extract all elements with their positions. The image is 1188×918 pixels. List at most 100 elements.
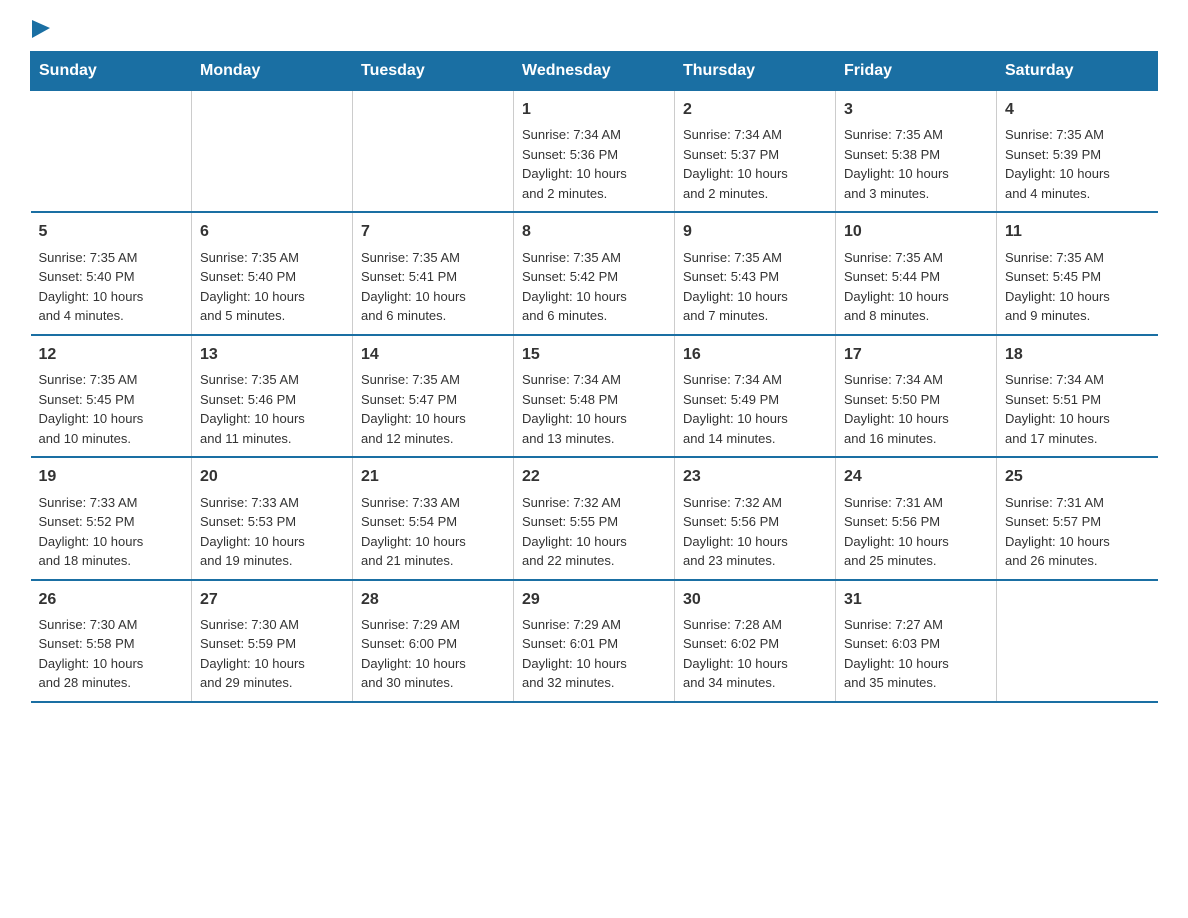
- day-number: 30: [683, 589, 827, 611]
- day-number: 24: [844, 466, 988, 488]
- day-info: Sunrise: 7:35 AM Sunset: 5:40 PM Dayligh…: [39, 250, 144, 324]
- calendar-cell: [192, 91, 353, 213]
- day-number: 18: [1005, 344, 1150, 366]
- calendar-week-row: 5 Sunrise: 7:35 AM Sunset: 5:40 PM Daylig…: [31, 212, 1158, 334]
- day-number: 4: [1005, 99, 1150, 121]
- day-number: 29: [522, 589, 666, 611]
- logo: [30, 20, 50, 41]
- calendar-cell: 29 Sunrise: 7:29 AM Sunset: 6:01 PM Dayli…: [514, 580, 675, 702]
- calendar-week-row: 26 Sunrise: 7:30 AM Sunset: 5:58 PM Dayli…: [31, 580, 1158, 702]
- day-number: 13: [200, 344, 344, 366]
- day-number: 28: [361, 589, 505, 611]
- calendar-cell: 17 Sunrise: 7:34 AM Sunset: 5:50 PM Dayli…: [836, 335, 997, 457]
- calendar-cell: 7 Sunrise: 7:35 AM Sunset: 5:41 PM Daylig…: [353, 212, 514, 334]
- calendar-cell: 28 Sunrise: 7:29 AM Sunset: 6:00 PM Dayli…: [353, 580, 514, 702]
- calendar-cell: 9 Sunrise: 7:35 AM Sunset: 5:43 PM Daylig…: [675, 212, 836, 334]
- day-number: 1: [522, 99, 666, 121]
- day-header-tuesday: Tuesday: [353, 52, 514, 91]
- day-info: Sunrise: 7:35 AM Sunset: 5:43 PM Dayligh…: [683, 250, 788, 324]
- day-number: 26: [39, 589, 184, 611]
- day-info: Sunrise: 7:34 AM Sunset: 5:37 PM Dayligh…: [683, 127, 788, 201]
- calendar-cell: 10 Sunrise: 7:35 AM Sunset: 5:44 PM Dayli…: [836, 212, 997, 334]
- day-number: 12: [39, 344, 184, 366]
- day-info: Sunrise: 7:33 AM Sunset: 5:53 PM Dayligh…: [200, 495, 305, 569]
- day-number: 20: [200, 466, 344, 488]
- day-info: Sunrise: 7:33 AM Sunset: 5:52 PM Dayligh…: [39, 495, 144, 569]
- day-number: 21: [361, 466, 505, 488]
- calendar-week-row: 12 Sunrise: 7:35 AM Sunset: 5:45 PM Dayli…: [31, 335, 1158, 457]
- day-info: Sunrise: 7:29 AM Sunset: 6:00 PM Dayligh…: [361, 617, 466, 691]
- day-info: Sunrise: 7:34 AM Sunset: 5:50 PM Dayligh…: [844, 372, 949, 446]
- calendar-cell: [353, 91, 514, 213]
- calendar-cell: 12 Sunrise: 7:35 AM Sunset: 5:45 PM Dayli…: [31, 335, 192, 457]
- calendar-cell: 13 Sunrise: 7:35 AM Sunset: 5:46 PM Dayli…: [192, 335, 353, 457]
- day-info: Sunrise: 7:29 AM Sunset: 6:01 PM Dayligh…: [522, 617, 627, 691]
- calendar-cell: 5 Sunrise: 7:35 AM Sunset: 5:40 PM Daylig…: [31, 212, 192, 334]
- logo-arrow-icon: [32, 20, 50, 43]
- day-info: Sunrise: 7:35 AM Sunset: 5:40 PM Dayligh…: [200, 250, 305, 324]
- day-number: 25: [1005, 466, 1150, 488]
- page-header: [30, 20, 1158, 41]
- day-info: Sunrise: 7:30 AM Sunset: 5:59 PM Dayligh…: [200, 617, 305, 691]
- calendar-cell: 6 Sunrise: 7:35 AM Sunset: 5:40 PM Daylig…: [192, 212, 353, 334]
- calendar-table: SundayMondayTuesdayWednesdayThursdayFrid…: [30, 51, 1158, 703]
- calendar-cell: 15Sunrise: 7:34 AM Sunset: 5:48 PM Dayli…: [514, 335, 675, 457]
- day-number: 7: [361, 221, 505, 243]
- day-info: Sunrise: 7:31 AM Sunset: 5:56 PM Dayligh…: [844, 495, 949, 569]
- day-number: 27: [200, 589, 344, 611]
- day-info: Sunrise: 7:30 AM Sunset: 5:58 PM Dayligh…: [39, 617, 144, 691]
- calendar-week-row: 1 Sunrise: 7:34 AM Sunset: 5:36 PM Daylig…: [31, 91, 1158, 213]
- day-info: Sunrise: 7:28 AM Sunset: 6:02 PM Dayligh…: [683, 617, 788, 691]
- calendar-week-row: 19 Sunrise: 7:33 AM Sunset: 5:52 PM Dayli…: [31, 457, 1158, 579]
- calendar-cell: 8 Sunrise: 7:35 AM Sunset: 5:42 PM Daylig…: [514, 212, 675, 334]
- day-info: Sunrise: 7:34 AM Sunset: 5:51 PM Dayligh…: [1005, 372, 1110, 446]
- calendar-cell: 23 Sunrise: 7:32 AM Sunset: 5:56 PM Dayli…: [675, 457, 836, 579]
- day-number: 31: [844, 589, 988, 611]
- calendar-cell: 2 Sunrise: 7:34 AM Sunset: 5:37 PM Daylig…: [675, 91, 836, 213]
- day-info: Sunrise: 7:34 AM Sunset: 5:36 PM Dayligh…: [522, 127, 627, 201]
- day-info: Sunrise: 7:35 AM Sunset: 5:42 PM Dayligh…: [522, 250, 627, 324]
- calendar-cell: 24 Sunrise: 7:31 AM Sunset: 5:56 PM Dayli…: [836, 457, 997, 579]
- day-header-monday: Monday: [192, 52, 353, 91]
- calendar-cell: 11Sunrise: 7:35 AM Sunset: 5:45 PM Dayli…: [997, 212, 1158, 334]
- day-number: 6: [200, 221, 344, 243]
- calendar-cell: 25Sunrise: 7:31 AM Sunset: 5:57 PM Dayli…: [997, 457, 1158, 579]
- calendar-cell: 31 Sunrise: 7:27 AM Sunset: 6:03 PM Dayli…: [836, 580, 997, 702]
- calendar-cell: 4 Sunrise: 7:35 AM Sunset: 5:39 PM Daylig…: [997, 91, 1158, 213]
- day-info: Sunrise: 7:32 AM Sunset: 5:56 PM Dayligh…: [683, 495, 788, 569]
- day-info: Sunrise: 7:32 AM Sunset: 5:55 PM Dayligh…: [522, 495, 627, 569]
- calendar-header-row: SundayMondayTuesdayWednesdayThursdayFrid…: [31, 52, 1158, 91]
- calendar-cell: 18 Sunrise: 7:34 AM Sunset: 5:51 PM Dayli…: [997, 335, 1158, 457]
- day-header-saturday: Saturday: [997, 52, 1158, 91]
- day-info: Sunrise: 7:34 AM Sunset: 5:49 PM Dayligh…: [683, 372, 788, 446]
- day-info: Sunrise: 7:35 AM Sunset: 5:41 PM Dayligh…: [361, 250, 466, 324]
- calendar-cell: [997, 580, 1158, 702]
- calendar-cell: 27 Sunrise: 7:30 AM Sunset: 5:59 PM Dayli…: [192, 580, 353, 702]
- calendar-cell: 21Sunrise: 7:33 AM Sunset: 5:54 PM Dayli…: [353, 457, 514, 579]
- calendar-cell: 30 Sunrise: 7:28 AM Sunset: 6:02 PM Dayli…: [675, 580, 836, 702]
- day-number: 10: [844, 221, 988, 243]
- day-info: Sunrise: 7:27 AM Sunset: 6:03 PM Dayligh…: [844, 617, 949, 691]
- calendar-cell: 1 Sunrise: 7:34 AM Sunset: 5:36 PM Daylig…: [514, 91, 675, 213]
- day-number: 16: [683, 344, 827, 366]
- day-number: 2: [683, 99, 827, 121]
- day-number: 17: [844, 344, 988, 366]
- day-number: 19: [39, 466, 184, 488]
- day-number: 23: [683, 466, 827, 488]
- day-header-wednesday: Wednesday: [514, 52, 675, 91]
- day-header-friday: Friday: [836, 52, 997, 91]
- day-info: Sunrise: 7:35 AM Sunset: 5:46 PM Dayligh…: [200, 372, 305, 446]
- calendar-cell: 19 Sunrise: 7:33 AM Sunset: 5:52 PM Dayli…: [31, 457, 192, 579]
- day-number: 8: [522, 221, 666, 243]
- day-info: Sunrise: 7:35 AM Sunset: 5:39 PM Dayligh…: [1005, 127, 1110, 201]
- day-number: 3: [844, 99, 988, 121]
- day-info: Sunrise: 7:35 AM Sunset: 5:44 PM Dayligh…: [844, 250, 949, 324]
- day-info: Sunrise: 7:35 AM Sunset: 5:47 PM Dayligh…: [361, 372, 466, 446]
- calendar-cell: 26 Sunrise: 7:30 AM Sunset: 5:58 PM Dayli…: [31, 580, 192, 702]
- calendar-cell: 16 Sunrise: 7:34 AM Sunset: 5:49 PM Dayli…: [675, 335, 836, 457]
- day-info: Sunrise: 7:35 AM Sunset: 5:45 PM Dayligh…: [39, 372, 144, 446]
- day-number: 5: [39, 221, 184, 243]
- calendar-cell: 14Sunrise: 7:35 AM Sunset: 5:47 PM Dayli…: [353, 335, 514, 457]
- day-number: 9: [683, 221, 827, 243]
- day-info: Sunrise: 7:35 AM Sunset: 5:45 PM Dayligh…: [1005, 250, 1110, 324]
